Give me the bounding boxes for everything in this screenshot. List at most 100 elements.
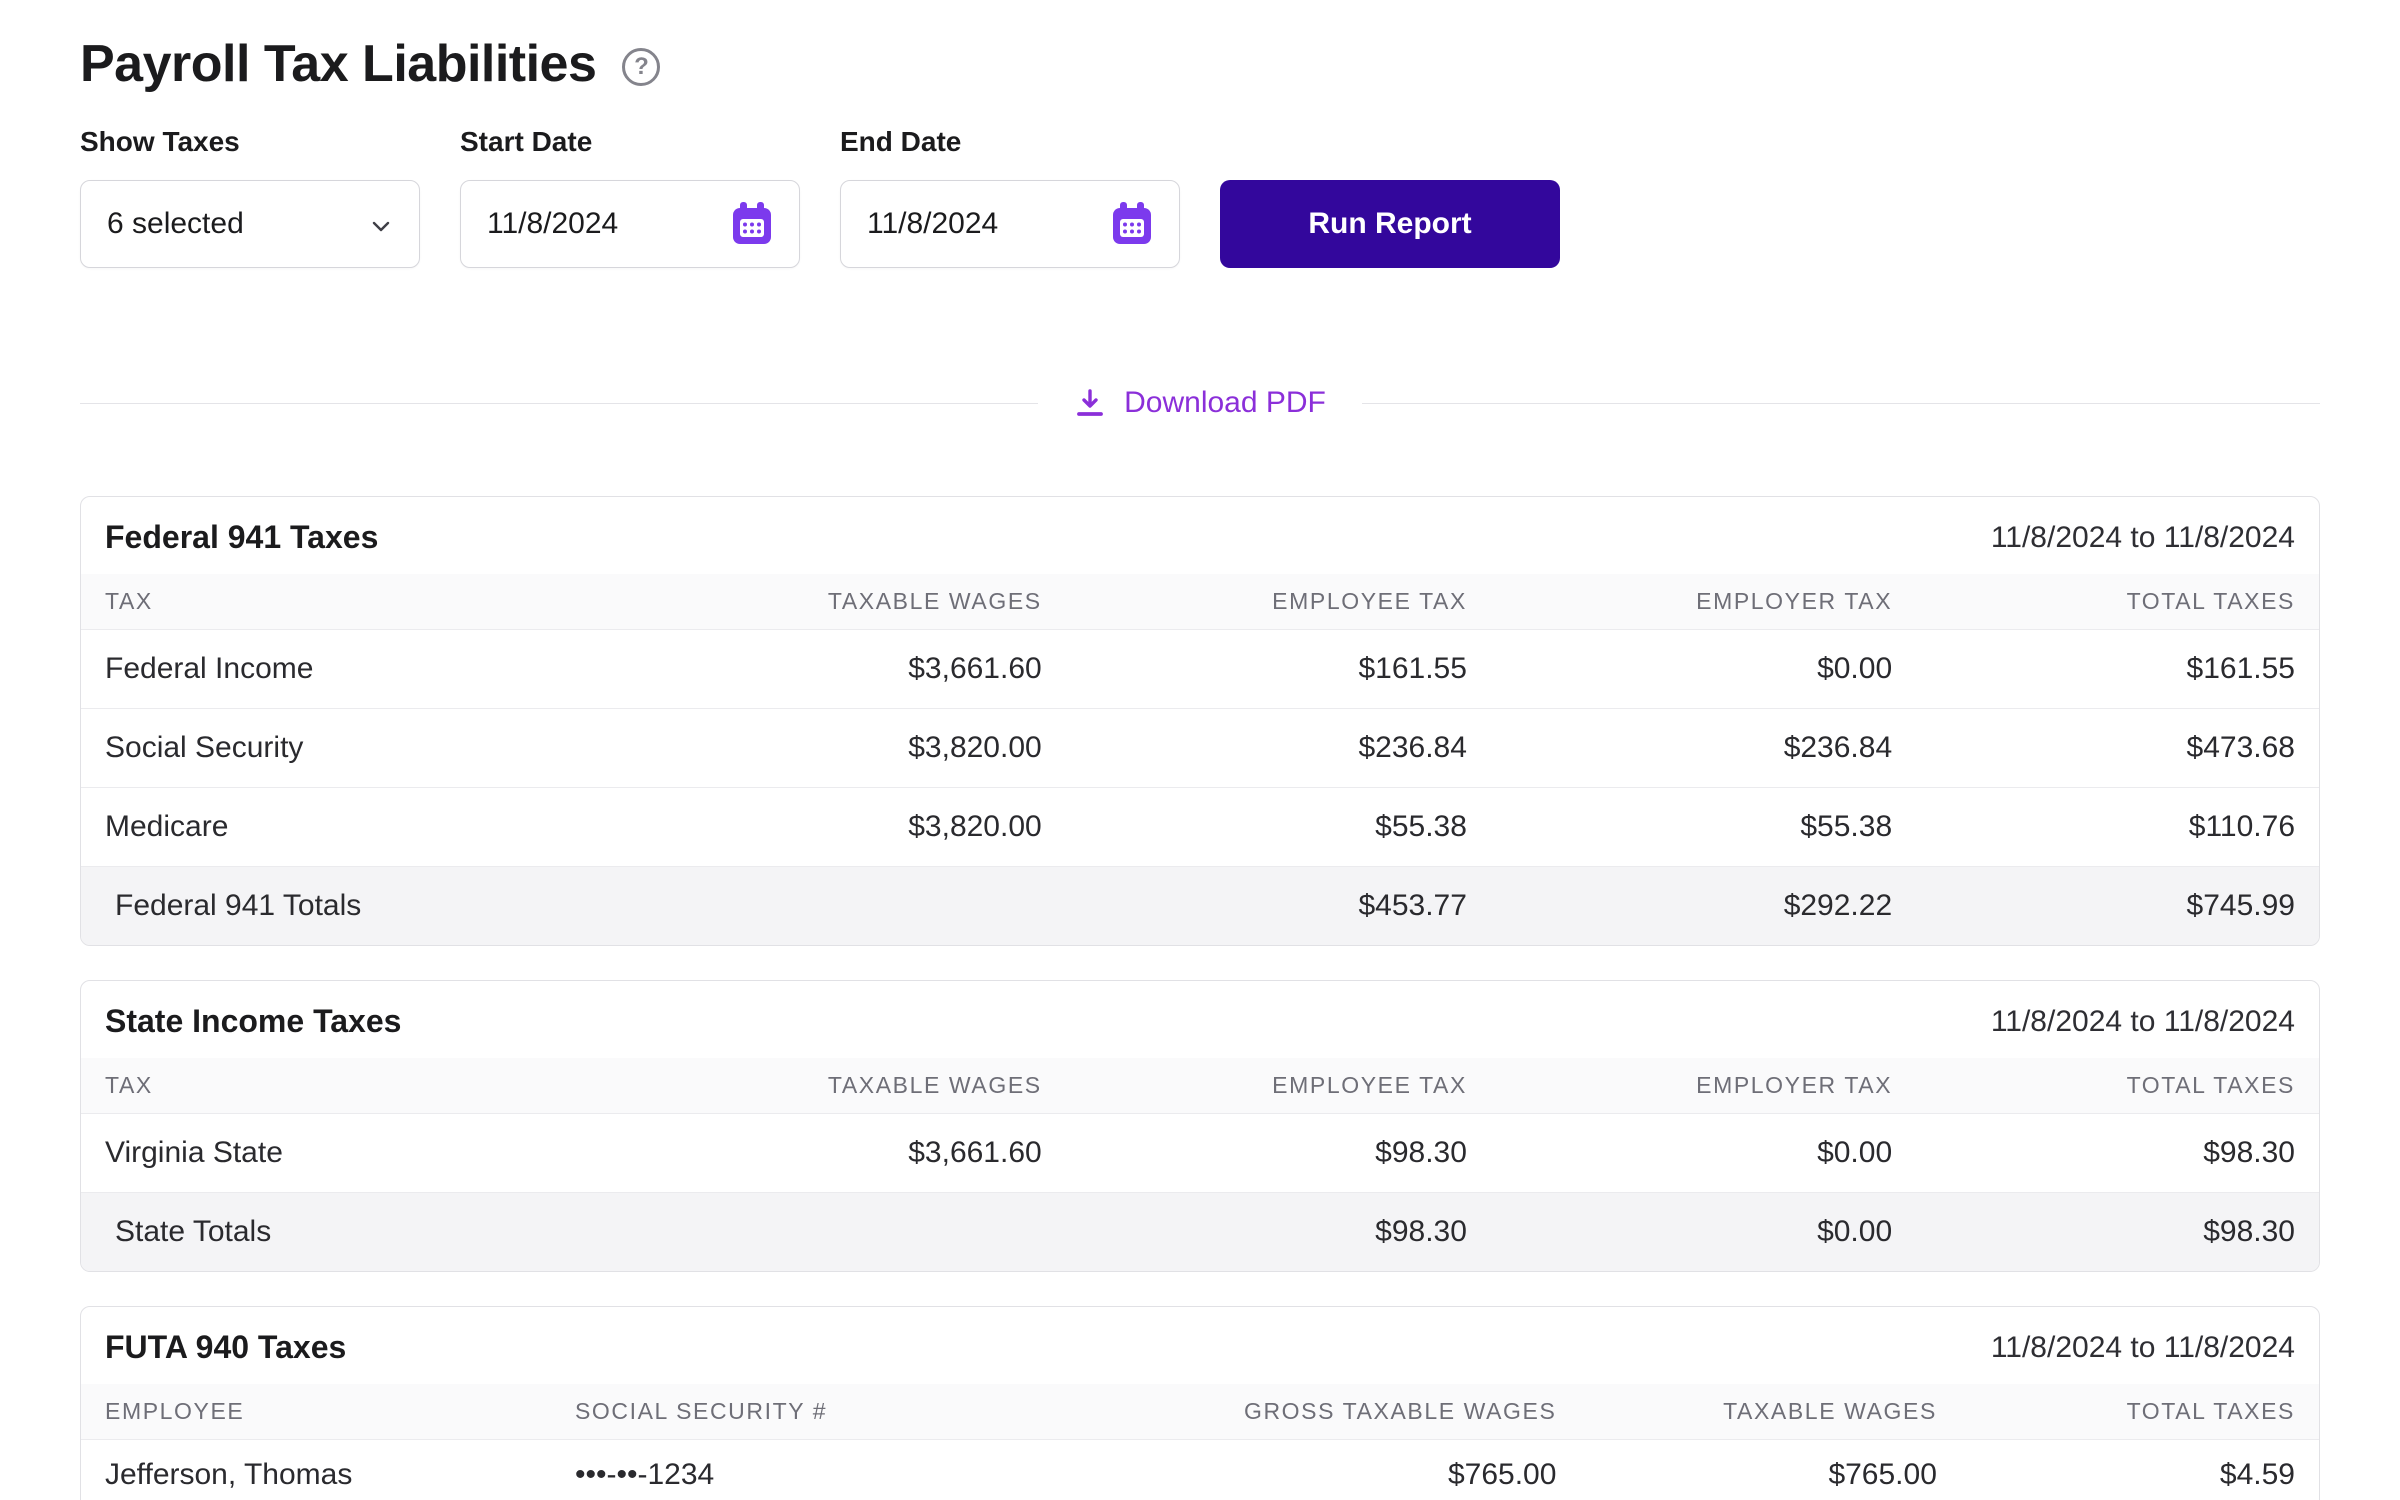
table-cell: $473.68 (1916, 709, 2319, 788)
table-cell: $0.00 (1491, 630, 1916, 709)
table-cell: Federal Income (81, 630, 618, 709)
start-date-input[interactable]: 11/8/2024 (460, 180, 800, 268)
section-date-range: 11/8/2024 to 11/8/2024 (1991, 1005, 2295, 1039)
chevron-down-icon (369, 212, 393, 236)
table-row: Virginia State$3,661.60$98.30$0.00$98.30 (81, 1114, 2319, 1193)
table-cell: Social Security (81, 709, 618, 788)
page-title: Payroll Tax Liabilities (80, 34, 596, 94)
section-date-range: 11/8/2024 to 11/8/2024 (1991, 1331, 2295, 1365)
totals-row: State Totals $98.30$0.00$98.30 (81, 1193, 2319, 1272)
report-sections: Federal 941 Taxes 11/8/2024 to 11/8/2024… (80, 496, 2320, 1500)
report-table: TaxTaxable WagesEmployee TaxEmployer Tax… (81, 574, 2319, 945)
table-cell: $161.55 (1916, 630, 2319, 709)
end-date-label: End Date (840, 126, 1180, 158)
column-header: Taxable Wages (1580, 1384, 1960, 1440)
show-taxes-value: 6 selected (107, 207, 244, 241)
section-title: FUTA 940 Taxes (105, 1329, 346, 1366)
show-taxes-group: Show Taxes 6 selected (80, 126, 420, 268)
table-header-row: TaxTaxable WagesEmployee TaxEmployer Tax… (81, 1058, 2319, 1114)
end-date-group: End Date 11/8/2024 (840, 126, 1180, 268)
table-cell: $98.30 (1916, 1193, 2319, 1272)
report-card: FUTA 940 Taxes 11/8/2024 to 11/8/2024 Em… (80, 1306, 2320, 1500)
table-cell (618, 1193, 1066, 1272)
table-cell: $3,820.00 (618, 788, 1066, 867)
table-cell: $98.30 (1066, 1114, 1491, 1193)
download-pdf-label: Download PDF (1124, 386, 1326, 420)
download-icon (1074, 387, 1106, 419)
column-header: Social Security # (551, 1384, 999, 1440)
table-cell: $98.30 (1916, 1114, 2319, 1193)
table-row: Jefferson, Thomas•••-••-1234$765.00$765.… (81, 1440, 2319, 1500)
column-header: Tax (81, 1058, 618, 1114)
column-header: Employer Tax (1491, 1058, 1916, 1114)
table-cell (618, 867, 1066, 946)
download-divider: Download PDF (80, 386, 2320, 420)
calendar-icon[interactable] (731, 202, 773, 246)
column-header: Total Taxes (1961, 1384, 2319, 1440)
table-header-row: EmployeeSocial Security #Gross Taxable W… (81, 1384, 2319, 1440)
table-cell: $98.30 (1066, 1193, 1491, 1272)
column-header: Employee Tax (1066, 574, 1491, 630)
filter-bar: Show Taxes 6 selected Start Date 11/8/20… (80, 126, 2320, 268)
table-cell: $236.84 (1066, 709, 1491, 788)
report-table: TaxTaxable WagesEmployee TaxEmployer Tax… (81, 1058, 2319, 1271)
page-header: Payroll Tax Liabilities ? (80, 34, 2320, 94)
table-cell: $765.00 (999, 1440, 1581, 1500)
table-cell: $453.77 (1066, 867, 1491, 946)
section-date-range: 11/8/2024 to 11/8/2024 (1991, 521, 2295, 555)
table-cell: $4.59 (1961, 1440, 2319, 1500)
table-cell: $3,661.60 (618, 630, 1066, 709)
run-report-button[interactable]: Run Report (1220, 180, 1560, 268)
column-header: Total Taxes (1916, 1058, 2319, 1114)
column-header: Employee (81, 1384, 551, 1440)
end-date-input[interactable]: 11/8/2024 (840, 180, 1180, 268)
start-date-value: 11/8/2024 (487, 207, 618, 241)
column-header: Taxable Wages (618, 574, 1066, 630)
card-head: FUTA 940 Taxes 11/8/2024 to 11/8/2024 (81, 1307, 2319, 1384)
table-row: Federal Income$3,661.60$161.55$0.00$161.… (81, 630, 2319, 709)
table-cell: $0.00 (1491, 1114, 1916, 1193)
download-pdf-link[interactable]: Download PDF (1038, 386, 1362, 420)
show-taxes-label: Show Taxes (80, 126, 420, 158)
start-date-group: Start Date 11/8/2024 (460, 126, 800, 268)
table-cell: $745.99 (1916, 867, 2319, 946)
table-row: Medicare$3,820.00$55.38$55.38$110.76 (81, 788, 2319, 867)
section-title: Federal 941 Taxes (105, 519, 378, 556)
report-table: EmployeeSocial Security #Gross Taxable W… (81, 1384, 2319, 1500)
table-cell: $3,820.00 (618, 709, 1066, 788)
table-cell: $55.38 (1491, 788, 1916, 867)
help-icon[interactable]: ? (622, 48, 660, 86)
section-title: State Income Taxes (105, 1003, 401, 1040)
table-header-row: TaxTaxable WagesEmployee TaxEmployer Tax… (81, 574, 2319, 630)
table-cell: $55.38 (1066, 788, 1491, 867)
table-cell: $3,661.60 (618, 1114, 1066, 1193)
column-header: Total Taxes (1916, 574, 2319, 630)
table-cell: Virginia State (81, 1114, 618, 1193)
table-cell: State Totals (81, 1193, 618, 1272)
card-head: Federal 941 Taxes 11/8/2024 to 11/8/2024 (81, 497, 2319, 574)
report-card: Federal 941 Taxes 11/8/2024 to 11/8/2024… (80, 496, 2320, 946)
column-header: Tax (81, 574, 618, 630)
table-cell: Jefferson, Thomas (81, 1440, 551, 1500)
column-header: Employee Tax (1066, 1058, 1491, 1114)
column-header: Taxable Wages (618, 1058, 1066, 1114)
table-cell: Federal 941 Totals (81, 867, 618, 946)
table-cell: $161.55 (1066, 630, 1491, 709)
end-date-value: 11/8/2024 (867, 207, 998, 241)
card-head: State Income Taxes 11/8/2024 to 11/8/202… (81, 981, 2319, 1058)
table-cell: $292.22 (1491, 867, 1916, 946)
table-cell: $0.00 (1491, 1193, 1916, 1272)
table-cell: $236.84 (1491, 709, 1916, 788)
table-cell: Medicare (81, 788, 618, 867)
show-taxes-dropdown[interactable]: 6 selected (80, 180, 420, 268)
calendar-icon[interactable] (1111, 202, 1153, 246)
column-header: Employer Tax (1491, 574, 1916, 630)
report-card: State Income Taxes 11/8/2024 to 11/8/202… (80, 980, 2320, 1272)
table-row: Social Security$3,820.00$236.84$236.84$4… (81, 709, 2319, 788)
start-date-label: Start Date (460, 126, 800, 158)
table-cell: •••-••-1234 (551, 1440, 999, 1500)
totals-row: Federal 941 Totals $453.77$292.22$745.99 (81, 867, 2319, 946)
table-cell: $765.00 (1580, 1440, 1960, 1500)
table-cell: $110.76 (1916, 788, 2319, 867)
column-header: Gross Taxable Wages (999, 1384, 1581, 1440)
